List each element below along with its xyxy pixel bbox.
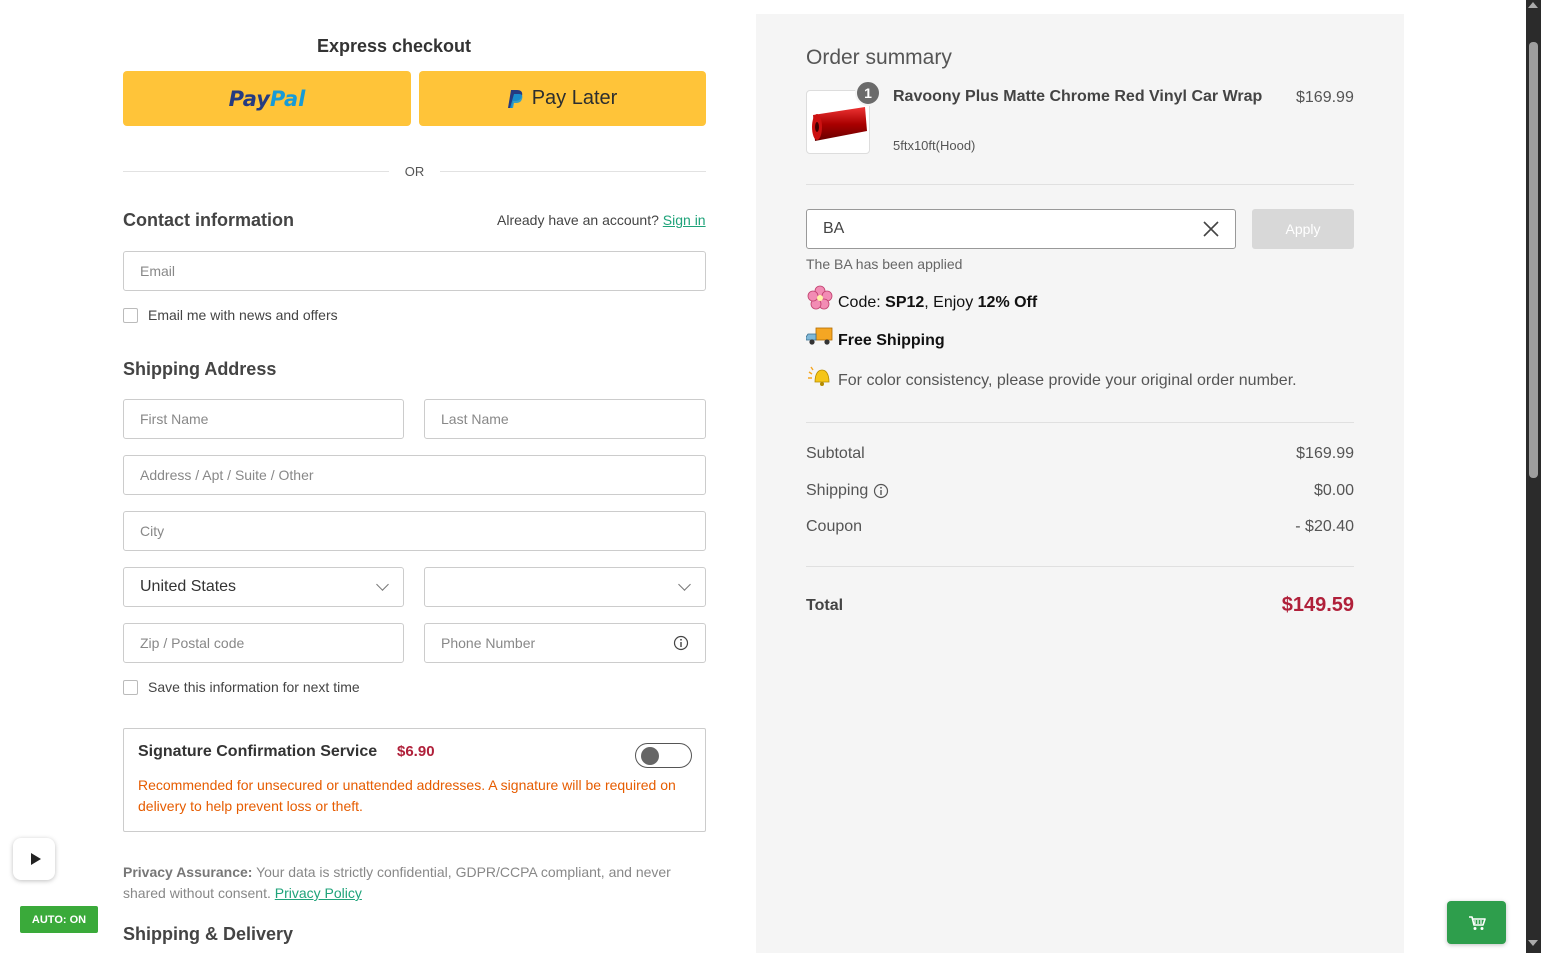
cart-button[interactable] <box>1447 901 1506 944</box>
total-row: Total $149.59 <box>806 594 1354 617</box>
promo-code-mid: , Enjoy <box>924 294 978 311</box>
delivery-truck-icon <box>806 327 833 345</box>
phone-field[interactable]: Phone Number <box>424 623 706 663</box>
divider <box>806 566 1354 567</box>
coupon-input[interactable]: BA <box>806 209 1236 249</box>
privacy-assurance: Privacy Assurance: Your data is strictly… <box>123 862 706 904</box>
promo-code-prefix: Code: <box>838 294 886 311</box>
product-price: $169.99 <box>1296 89 1354 106</box>
shipping-address-title: Shipping Address <box>123 359 277 379</box>
coupon-label: Coupon <box>806 518 863 535</box>
last-name-placeholder: Last Name <box>441 411 509 427</box>
zip-field[interactable]: Zip / Postal code <box>123 623 404 663</box>
divider <box>806 184 1354 185</box>
chevron-down-icon <box>678 578 691 591</box>
or-divider: OR <box>123 162 706 180</box>
divider <box>806 422 1354 423</box>
close-icon[interactable] <box>1203 221 1219 237</box>
zip-placeholder: Zip / Postal code <box>140 635 245 651</box>
email-field[interactable]: Email <box>123 251 706 291</box>
pay-later-label: Pay Later <box>531 87 618 109</box>
product-name: Ravoony Plus Matte Chrome Red Vinyl Car … <box>893 88 1263 105</box>
account-prompt: Already have an account? Sign in <box>497 212 706 228</box>
signature-service-box: Signature Confirmation Service $6.90 Rec… <box>123 728 706 832</box>
chevron-down-icon <box>376 578 389 591</box>
scroll-down-arrow-icon[interactable] <box>1528 940 1538 946</box>
total-value: $149.59 <box>1281 594 1354 616</box>
color-note-line: For color consistency, please provide yo… <box>806 364 1297 390</box>
paypal-logo: PayPal <box>229 87 306 111</box>
privacy-policy-link[interactable]: Privacy Policy <box>275 885 362 901</box>
apply-button[interactable]: Apply <box>1252 209 1354 249</box>
last-name-field[interactable]: Last Name <box>424 399 706 439</box>
state-select[interactable] <box>424 567 706 607</box>
country-select[interactable]: United States <box>123 567 404 607</box>
save-info-label: Save this information for next time <box>148 679 360 695</box>
save-info-checkbox[interactable] <box>123 679 138 695</box>
sign-in-link[interactable]: Sign in <box>663 212 706 228</box>
coupon-value: BA <box>823 220 845 237</box>
country-value: United States <box>140 578 237 595</box>
pay-later-button[interactable]: Pay Later <box>419 71 706 126</box>
signature-toggle[interactable] <box>635 743 692 768</box>
shipping-row: Shipping $0.00 <box>806 482 1354 500</box>
bell-icon <box>808 366 830 386</box>
subtotal-value: $169.99 <box>1296 445 1354 462</box>
flower-icon <box>807 285 833 310</box>
account-prompt-text: Already have an account? <box>497 212 659 228</box>
order-summary-title: Order summary <box>806 46 952 69</box>
color-note-text: For color consistency, please provide yo… <box>838 372 1297 389</box>
coupon-value-amount: - $20.40 <box>1295 518 1354 535</box>
signature-description: Recommended for unsecured or unattended … <box>138 777 676 814</box>
subtotal-label: Subtotal <box>806 445 865 462</box>
phone-placeholder: Phone Number <box>441 635 536 651</box>
toggle-knob <box>641 747 659 765</box>
first-name-field[interactable]: First Name <box>123 399 404 439</box>
email-placeholder: Email <box>140 263 176 279</box>
paypal-button[interactable]: PayPal <box>123 71 411 126</box>
promo-code: SP12 <box>885 294 925 311</box>
paypal-logo-part2: Pal <box>269 86 306 111</box>
scrollbar-thumb[interactable] <box>1529 42 1538 478</box>
privacy-label: Privacy Assurance: <box>123 864 253 880</box>
coupon-row: Coupon - $20.40 <box>806 518 1354 536</box>
signature-title: Signature Confirmation Service <box>138 743 378 760</box>
newsletter-label: Email me with news and offers <box>148 307 338 323</box>
info-icon[interactable] <box>873 483 889 499</box>
save-info-option[interactable]: Save this information for next time <box>123 679 360 695</box>
auto-toggle-button[interactable]: AUTO: ON <box>20 906 98 933</box>
address-placeholder: Address / Apt / Suite / Other <box>140 467 314 483</box>
contact-info-title: Contact information <box>123 210 294 230</box>
coupon-applied-message: The BA has been applied <box>806 256 963 272</box>
shipping-value: $0.00 <box>1313 482 1354 499</box>
quantity-badge: 1 <box>855 80 881 106</box>
subtotal-row: Subtotal $169.99 <box>806 445 1354 463</box>
address-field[interactable]: Address / Apt / Suite / Other <box>123 455 706 495</box>
newsletter-option[interactable]: Email me with news and offers <box>123 307 338 323</box>
play-button[interactable] <box>13 838 55 880</box>
info-icon[interactable] <box>673 635 689 651</box>
newsletter-checkbox[interactable] <box>123 307 138 323</box>
free-shipping-line: Free Shipping <box>806 324 945 350</box>
cart-icon <box>1468 915 1486 930</box>
total-label: Total <box>806 596 844 614</box>
shipping-delivery-title: Shipping & Delivery <box>123 924 294 944</box>
shipping-label: Shipping <box>806 482 869 499</box>
scroll-up-arrow-icon[interactable] <box>1528 2 1538 8</box>
promo-code-line: Code: SP12, Enjoy 12% Off <box>806 284 1037 312</box>
paypal-logo-part1: Pay <box>228 86 270 111</box>
signature-price: $6.90 <box>397 743 435 760</box>
product-variant: 5ftx10ft(Hood) <box>893 138 976 153</box>
city-placeholder: City <box>140 523 165 539</box>
express-checkout-title: Express checkout <box>316 36 472 56</box>
city-field[interactable]: City <box>123 511 706 551</box>
free-shipping-label: Free Shipping <box>838 332 945 349</box>
play-icon <box>30 853 41 865</box>
promo-discount: 12% Off <box>977 294 1038 311</box>
or-label: OR <box>404 163 425 179</box>
first-name-placeholder: First Name <box>140 411 209 427</box>
paypal-p-icon <box>507 89 523 108</box>
